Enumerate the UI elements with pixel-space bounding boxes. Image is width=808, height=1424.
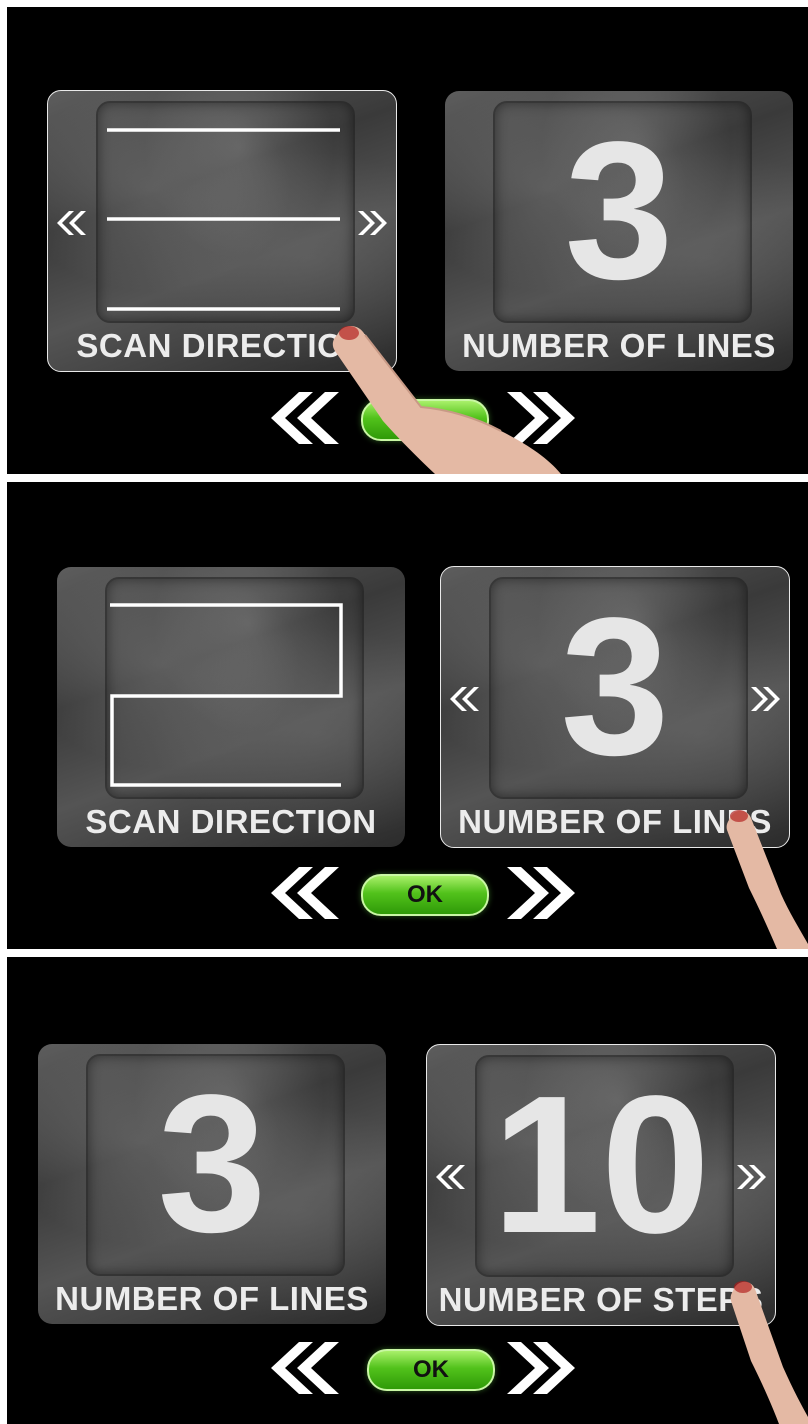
number-value: 3 — [564, 101, 674, 320]
double-chevron-left-icon[interactable] — [263, 864, 341, 922]
double-chevron-right-icon[interactable] — [505, 1339, 583, 1397]
scan-direction-tile[interactable]: SCAN DIRECTION — [57, 567, 405, 847]
ok-button[interactable]: OK — [367, 1349, 495, 1391]
tile-label: SCAN DIRECTION — [85, 803, 377, 840]
number-value: 3 — [157, 1054, 267, 1273]
tile-label: NUMBER OF LINES — [55, 1280, 369, 1317]
double-chevron-left-icon[interactable] — [447, 685, 481, 713]
double-chevron-right-icon[interactable] — [749, 685, 783, 713]
double-chevron-left-icon[interactable] — [54, 209, 88, 237]
screen-3: 3 NUMBER OF LINES 10 NUMBER OF STEPS OK — [7, 957, 808, 1424]
screen-2: SCAN DIRECTION 3 NUMBER OF LINES OK — [7, 482, 808, 949]
pointing-finger-icon — [726, 810, 808, 949]
number-of-lines-tile[interactable]: 3 NUMBER OF LINES — [38, 1044, 386, 1324]
ok-button[interactable]: OK — [361, 874, 489, 916]
pointing-finger-icon — [730, 1281, 808, 1424]
pointing-finger-icon — [332, 326, 561, 474]
double-chevron-right-icon[interactable] — [356, 209, 390, 237]
double-chevron-left-icon[interactable] — [433, 1163, 467, 1191]
number-value: 3 — [560, 577, 670, 796]
double-chevron-right-icon[interactable] — [505, 864, 583, 922]
number-of-steps-tile[interactable]: 10 NUMBER OF STEPS — [426, 1044, 776, 1326]
double-chevron-left-icon[interactable] — [263, 1339, 341, 1397]
screen-1: SCAN DIRECTION 3 NUMBER OF LINES OK — [7, 7, 808, 474]
tile-label: NUMBER OF STEPS — [438, 1281, 764, 1318]
double-chevron-right-icon[interactable] — [735, 1163, 769, 1191]
number-value: 10 — [491, 1055, 710, 1274]
